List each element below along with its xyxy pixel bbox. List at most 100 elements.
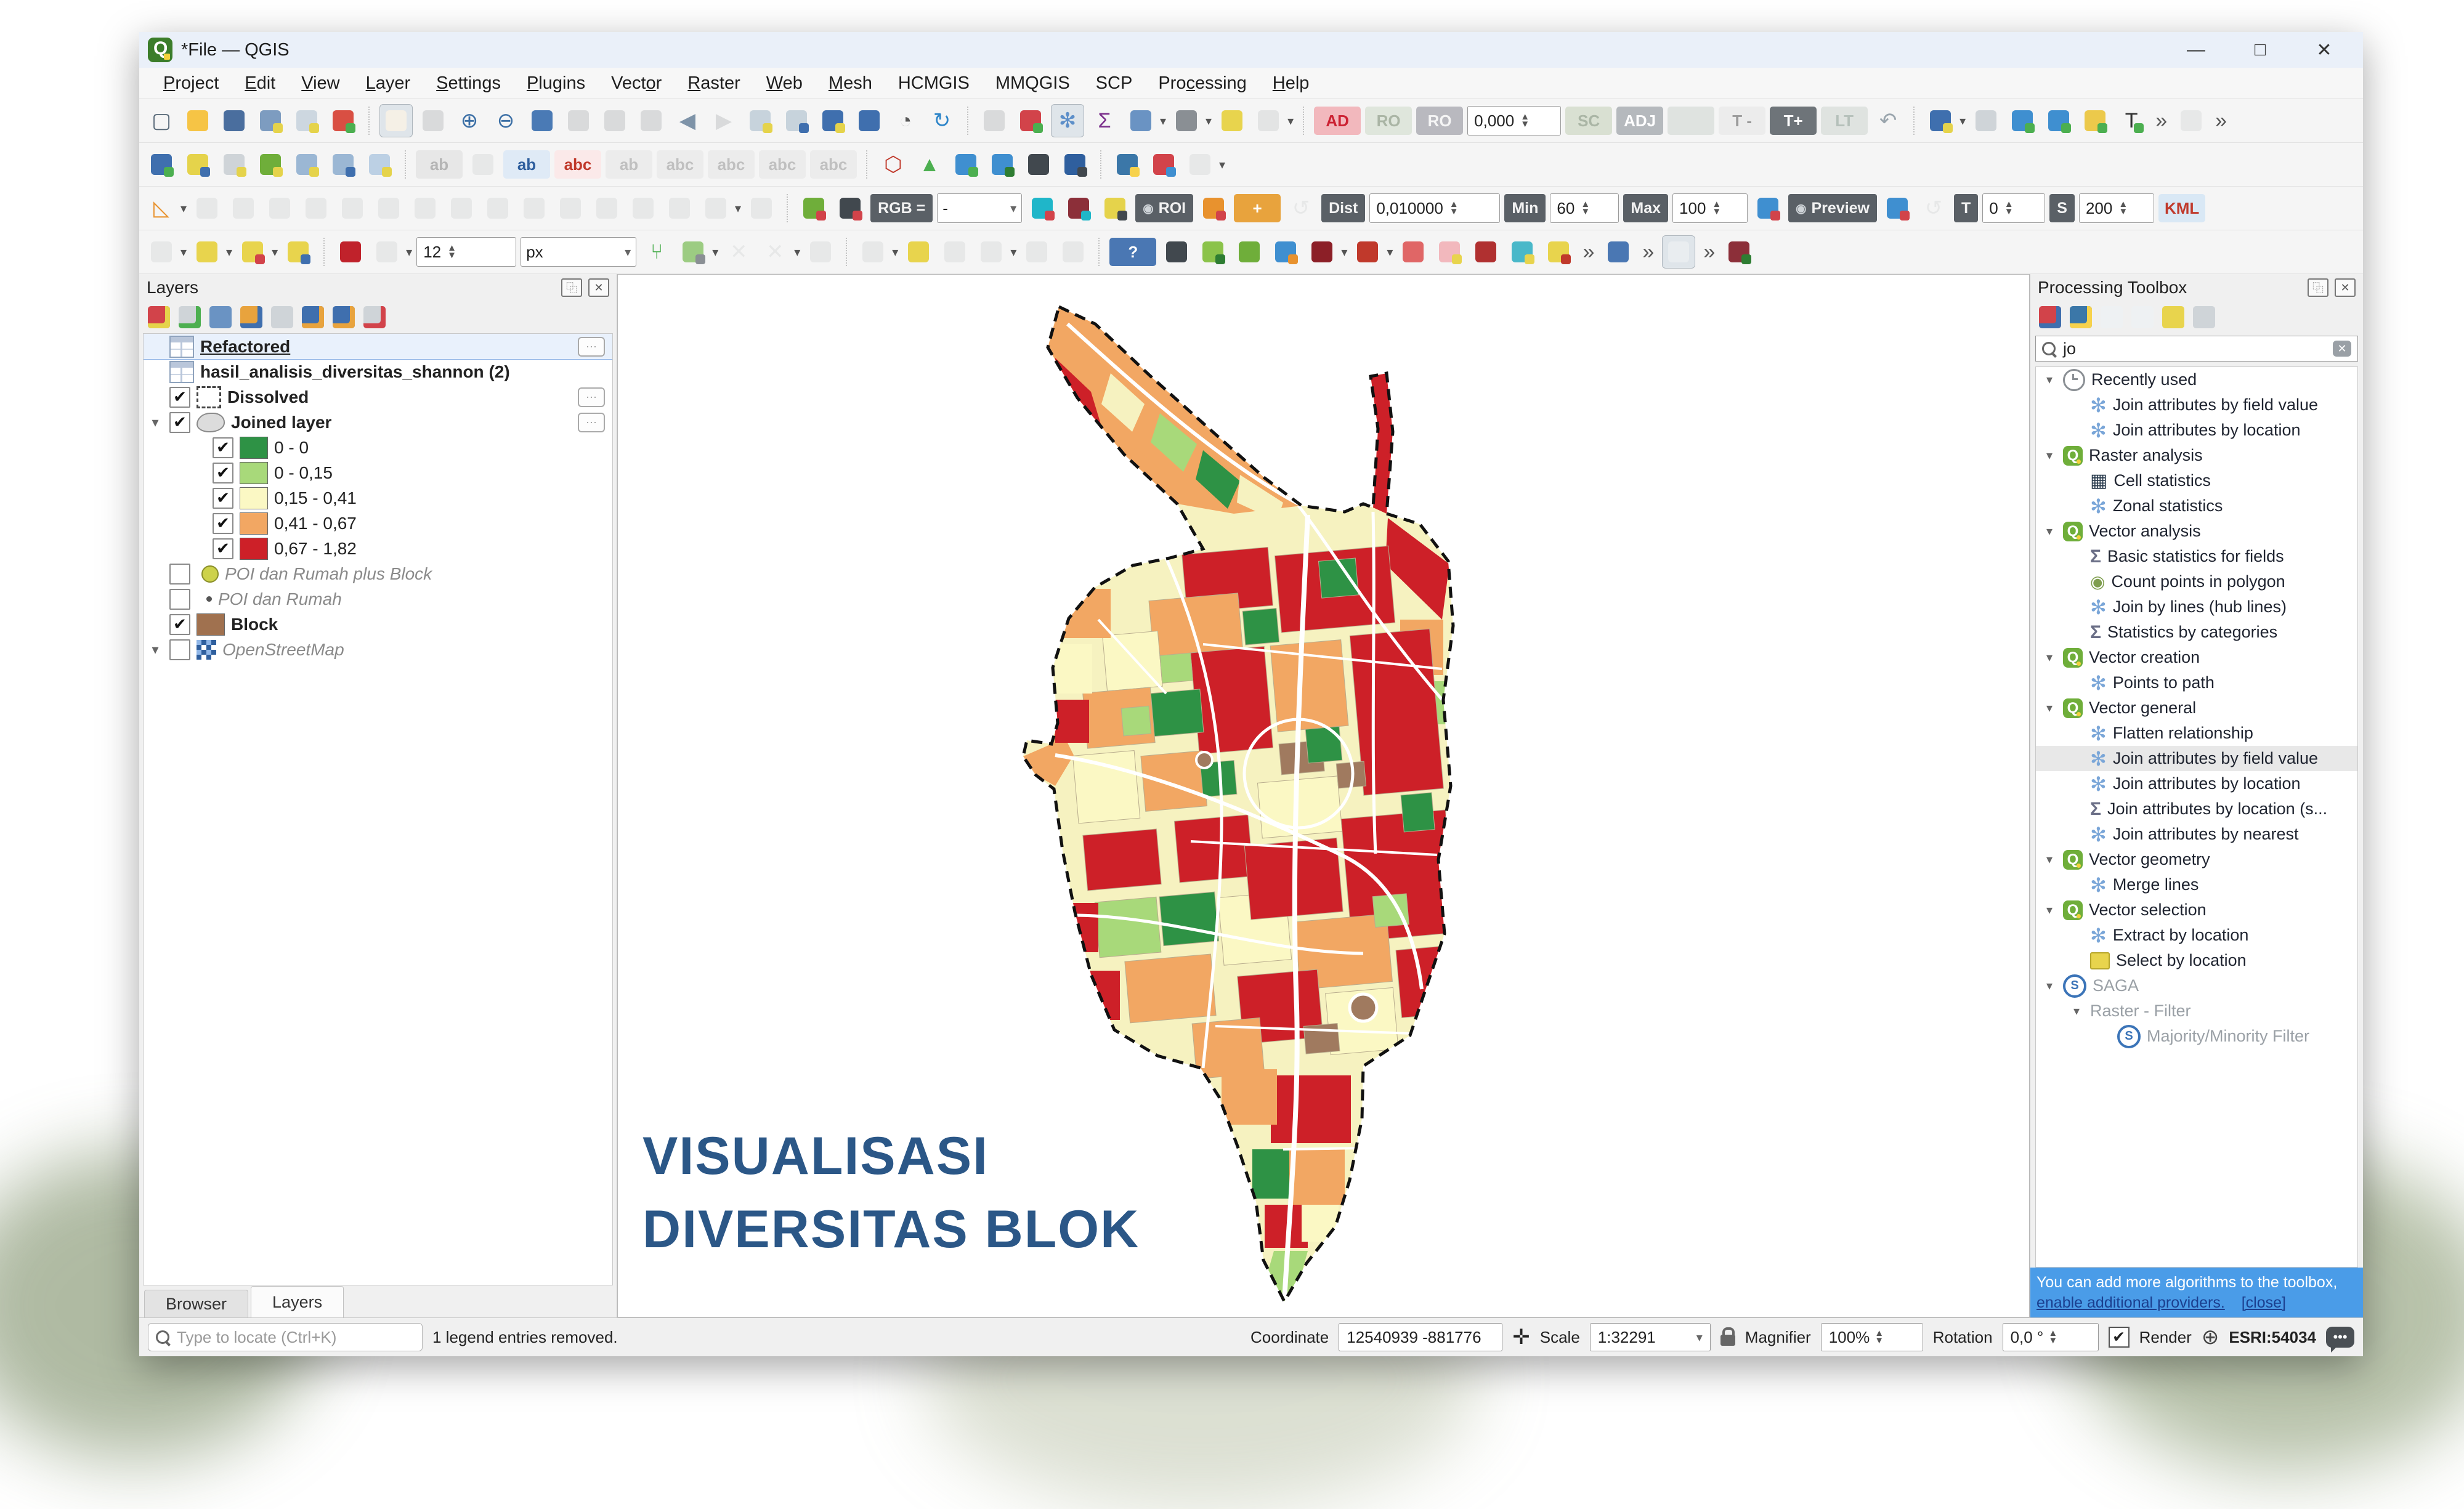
digitize9-icon[interactable]	[482, 192, 514, 224]
menu-settings[interactable]: Settings	[423, 73, 514, 94]
expander-icon[interactable]: ▾	[2042, 978, 2057, 993]
toolbox-row[interactable]: ▾QVector creation	[2036, 645, 2357, 670]
menu-raster[interactable]: Raster	[675, 73, 753, 94]
scp-value-field[interactable]: 0,000▲▼	[1467, 106, 1561, 136]
decorations-icon[interactable]	[1252, 105, 1284, 137]
row4-overflow2[interactable]: »	[1639, 240, 1658, 264]
red-texture-icon[interactable]	[1470, 236, 1502, 268]
heatmap-column-icon[interactable]	[1306, 236, 1338, 268]
zoom-to-selection-icon[interactable]	[562, 105, 594, 137]
new-virtual-layer-icon[interactable]	[254, 148, 286, 180]
row4-overflow1[interactable]: »	[1579, 240, 1598, 264]
label-pin-disabled-icon[interactable]	[467, 148, 499, 180]
remove-layer-icon[interactable]	[363, 306, 386, 328]
scp-blank-badge[interactable]	[1668, 107, 1714, 135]
scale-combo[interactable]: 1:32291 ▾	[1590, 1323, 1711, 1351]
zoom-to-layer-icon[interactable]	[599, 105, 631, 137]
zoom-out-icon[interactable]: ⊖	[490, 105, 522, 137]
menu-plugins[interactable]: Plugins	[514, 73, 598, 94]
layer-checkbox[interactable]: ✔	[213, 463, 233, 483]
layer-row[interactable]: ▾OpenStreetMap	[144, 637, 612, 662]
blob-dropdown[interactable]: ▾	[1387, 245, 1393, 260]
options-wrench-icon[interactable]	[2193, 306, 2215, 328]
vertex-n-icon[interactable]	[804, 236, 837, 268]
star-burst-icon[interactable]	[1506, 236, 1538, 268]
locate-input[interactable]: Type to locate (Ctrl+K)	[148, 1323, 423, 1351]
minimize-button[interactable]: —	[2182, 39, 2210, 61]
zoom-last-icon[interactable]: ◀	[671, 105, 703, 137]
show-bookmarks-icon[interactable]	[853, 105, 885, 137]
edits-dropdown[interactable]: ▾	[892, 245, 898, 260]
layer-row[interactable]: ▾✔Joined layer···	[144, 410, 612, 435]
crs-globe-icon[interactable]: ⊕	[2202, 1327, 2219, 1348]
form-view-icon[interactable]	[1662, 235, 1695, 269]
layer-checkbox[interactable]: ✔	[213, 538, 233, 559]
measure-icon[interactable]	[1170, 105, 1202, 137]
globe-download-icon[interactable]	[950, 148, 982, 180]
decorations-dropdown[interactable]: ▾	[1287, 113, 1294, 129]
s-field[interactable]: 200▲▼	[2079, 193, 2154, 223]
toolbox-row[interactable]: ✻Join attributes by location	[2036, 418, 2357, 443]
layer-checkbox[interactable]: ✔	[169, 412, 190, 433]
pan-map-icon[interactable]	[379, 104, 413, 137]
layer-checkbox[interactable]	[169, 589, 190, 610]
zoom-next-icon[interactable]: ▶	[708, 105, 740, 137]
rgb-combo[interactable]: -▾	[937, 193, 1022, 223]
new-map-view-icon[interactable]	[744, 105, 776, 137]
select-value-dropdown[interactable]: ▾	[226, 245, 232, 260]
edit-features-inplace-icon[interactable]	[2162, 306, 2184, 328]
toolbox-row[interactable]: ✻Extract by location	[2036, 923, 2357, 948]
scp-ad-badge[interactable]: AD	[1314, 107, 1361, 135]
note-check-icon[interactable]	[1542, 236, 1574, 268]
menu-view[interactable]: View	[288, 73, 352, 94]
digitize10-icon[interactable]	[518, 192, 550, 224]
layer-checkbox[interactable]: ✔	[169, 387, 190, 408]
toolbox-row[interactable]: ▾QVector selection	[2036, 897, 2357, 923]
save-project-icon[interactable]	[218, 105, 250, 137]
attribute-actions-icon[interactable]	[1015, 105, 1047, 137]
toolbox-row[interactable]: ✻Join attributes by location	[2036, 771, 2357, 796]
share-arrow-icon[interactable]	[1197, 236, 1229, 268]
expander-icon[interactable]: ▾	[2042, 448, 2057, 463]
cad-ruler-icon[interactable]: ◺	[145, 192, 177, 224]
scp-undo-icon[interactable]: ↶	[1872, 105, 1904, 137]
cad-dropdown[interactable]: ▾	[180, 201, 187, 216]
stretch2-icon[interactable]	[1063, 192, 1095, 224]
expander-icon[interactable]: ▾	[2042, 650, 2057, 665]
preview-rgb-icon[interactable]	[1881, 192, 1913, 224]
enable-providers-link[interactable]: enable additional providers.	[2036, 1294, 2225, 1311]
expander-icon[interactable]: ▾	[2069, 1003, 2084, 1019]
toolbox-row[interactable]: ✻Points to path	[2036, 670, 2357, 695]
open-layer-styling-icon[interactable]	[148, 306, 170, 328]
toolbox-close-icon[interactable]: ✕	[2335, 278, 2356, 297]
osm-search-icon[interactable]	[1233, 236, 1265, 268]
min-field[interactable]: 60▲▼	[1550, 193, 1619, 223]
scp-lt-badge[interactable]: LT	[1821, 107, 1868, 135]
dist-field[interactable]: 0,010000▲▼	[1369, 193, 1500, 223]
layers-panel-float-icon[interactable]: ⿻	[561, 278, 582, 297]
snap-units-combo[interactable]: px▾	[521, 237, 636, 267]
triangle-plugin-icon[interactable]: ▲	[914, 148, 946, 180]
layer-checkbox[interactable]: ✔	[169, 614, 190, 635]
layer-checkbox[interactable]	[169, 639, 190, 660]
zoom-full-icon[interactable]	[526, 105, 558, 137]
marker-annotation-icon[interactable]	[2079, 105, 2111, 137]
preview-zoom-icon[interactable]	[1752, 192, 1784, 224]
preview-undo-icon[interactable]: ↺	[1918, 192, 1950, 224]
select-annotation-icon[interactable]	[1970, 105, 2002, 137]
max-field[interactable]: 100▲▼	[1672, 193, 1748, 223]
menu-mesh[interactable]: Mesh	[816, 73, 885, 94]
history-icon[interactable]	[2101, 306, 2123, 328]
toolbox-row[interactable]: ✻Join attributes by field value	[2036, 392, 2357, 418]
layer-row[interactable]: ✔0,41 - 0,67	[144, 511, 612, 536]
toolbox-row[interactable]: ◉Count points in polygon	[2036, 569, 2357, 594]
map-canvas[interactable]: VISUALISASI DIVERSITAS BLOK	[617, 274, 2030, 1317]
snapping-magnet-icon[interactable]	[334, 236, 367, 268]
quickmap-icon[interactable]	[1270, 236, 1302, 268]
pan-to-selection-icon[interactable]	[417, 105, 449, 137]
flower-icon[interactable]	[1433, 236, 1465, 268]
digitize15-icon[interactable]	[700, 192, 732, 224]
toolbox-row[interactable]: ΣBasic statistics for fields	[2036, 544, 2357, 569]
overlap-dropdown[interactable]: ▾	[712, 245, 718, 260]
layer-checkbox[interactable]: ✔	[213, 488, 233, 509]
